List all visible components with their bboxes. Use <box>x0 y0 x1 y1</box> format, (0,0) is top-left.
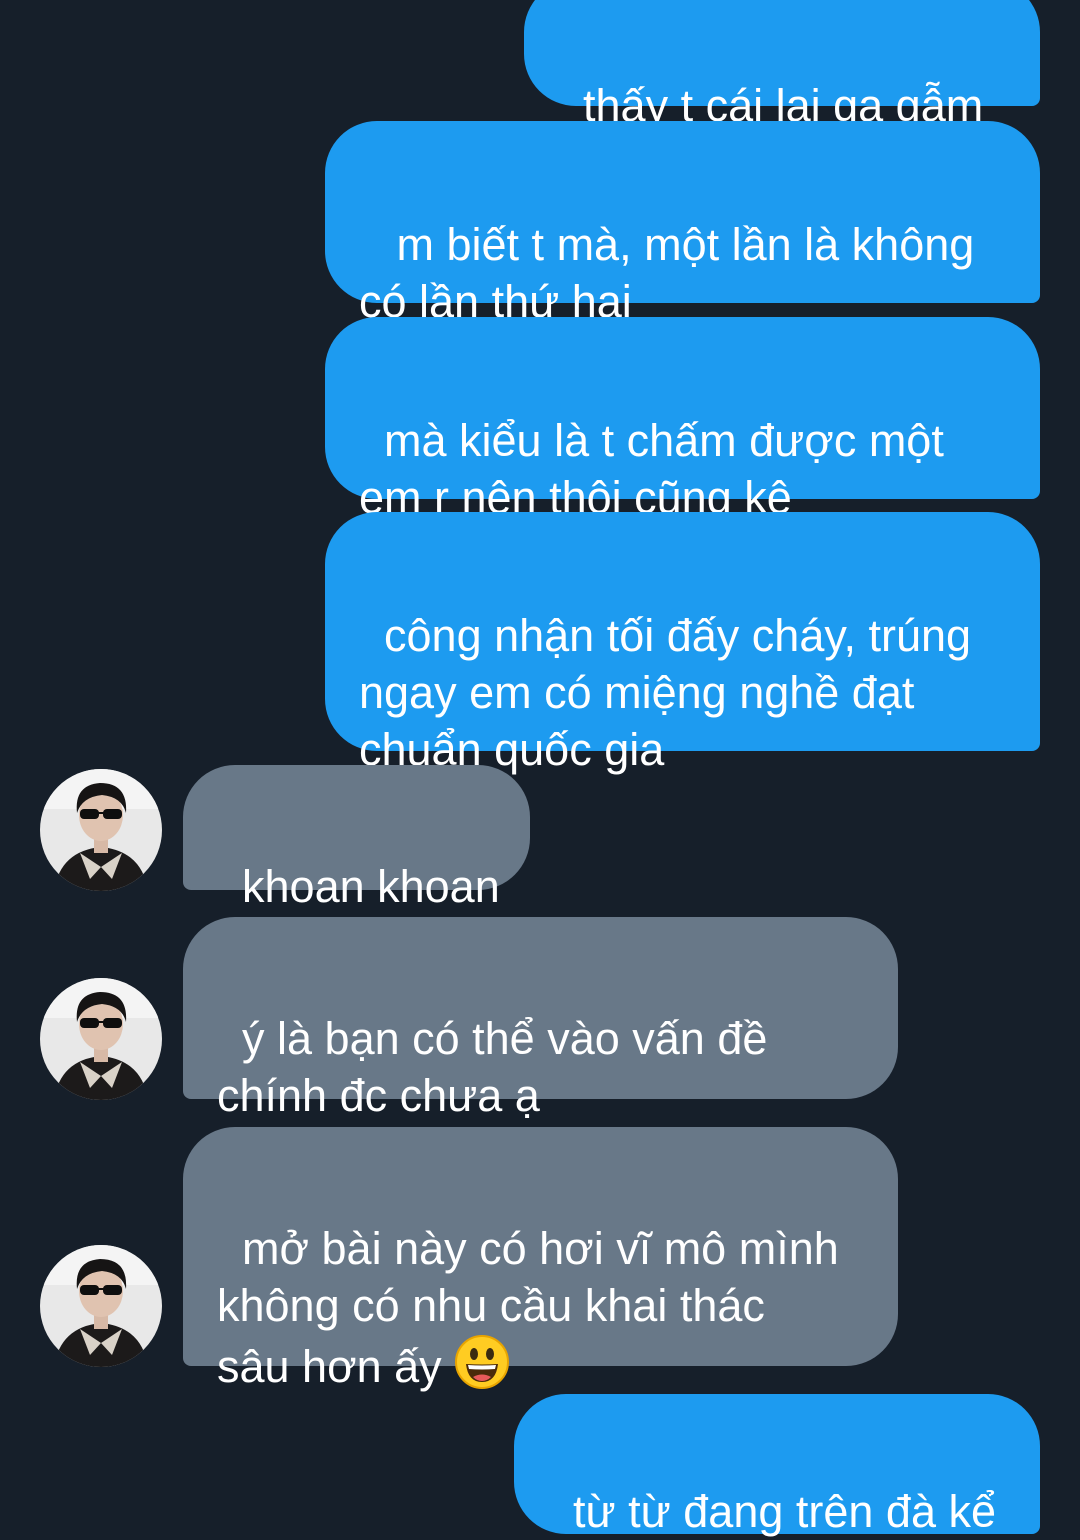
message-text: ý là bạn có thể vào vấn đề chính đc chưa… <box>217 1013 768 1121</box>
message-text: mà kiểu là t chấm được một em r nên thôi… <box>359 415 944 523</box>
message-text: m biết t mà, một lần là không có lần thứ… <box>359 219 975 327</box>
incoming-message-bubble[interactable]: mở bài này có hơi vĩ mô mình không có nh… <box>183 1127 898 1392</box>
outgoing-message-bubble[interactable]: mà kiểu là t chấm được một em r nên thôi… <box>325 317 1040 523</box>
outgoing-message-bubble[interactable]: từ từ đang trên đà kể <box>514 1394 1040 1537</box>
outgoing-message-bubble[interactable]: m biết t mà, một lần là không có lần thứ… <box>325 121 1040 327</box>
contact-avatar[interactable] <box>40 1245 162 1367</box>
incoming-message-bubble[interactable]: ý là bạn có thể vào vấn đề chính đc chưa… <box>183 917 898 1121</box>
avatar-image <box>40 769 162 891</box>
incoming-message-bubble[interactable]: khoan khoan <box>183 765 530 912</box>
grinning-face-emoji-icon <box>454 1334 510 1390</box>
avatar-image <box>40 978 162 1100</box>
message-text: mở bài này có hơi vĩ mô mình không có nh… <box>217 1223 839 1392</box>
contact-avatar[interactable] <box>40 978 162 1100</box>
message-text: công nhận tối đấy cháy, trúng ngay em có… <box>359 610 972 775</box>
outgoing-message-bubble[interactable]: công nhận tối đấy cháy, trúng ngay em có… <box>325 512 1040 775</box>
contact-avatar[interactable] <box>40 769 162 891</box>
message-text: khoan khoan <box>242 861 500 912</box>
outgoing-message-bubble[interactable]: thấy t cái lại gạ gẫm <box>524 0 1040 131</box>
avatar-image <box>40 1245 162 1367</box>
